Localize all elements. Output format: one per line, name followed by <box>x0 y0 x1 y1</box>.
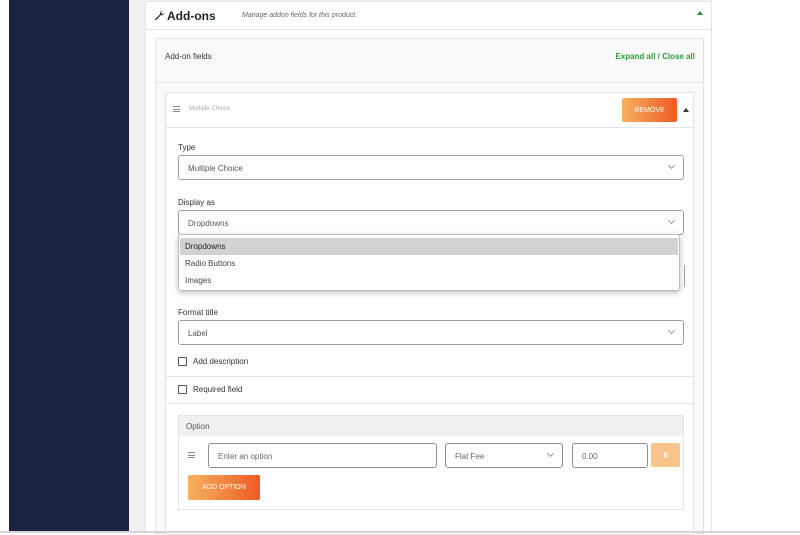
format-title-select[interactable]: Label <box>178 320 684 345</box>
format-title-label: Format title <box>178 308 219 317</box>
price-type-select[interactable]: Flat Fee <box>445 443 563 468</box>
add-description-label: Add description <box>193 357 249 366</box>
display-as-label: Display as <box>178 198 215 207</box>
divider <box>166 376 693 377</box>
option-drag-handle-icon[interactable] <box>188 452 195 458</box>
format-title-select-value: Label <box>188 329 208 338</box>
display-as-select[interactable]: Dropdowns <box>178 210 684 235</box>
addon-collapse-caret-icon[interactable] <box>683 108 689 112</box>
chevron-down-icon <box>667 161 676 170</box>
display-as-select-value: Dropdowns <box>188 219 229 228</box>
option-row: Enter an option Flat Fee 0.00 X ADD OPTI… <box>179 436 683 509</box>
chevron-down-icon <box>667 216 676 225</box>
addon-item: Multiple Choice REMOVE Type Multiple Cho… <box>165 92 694 535</box>
type-select-value: Multiple Choice <box>188 164 243 173</box>
display-as-dropdown-list: Dropdowns Radio Buttons Images <box>178 234 680 291</box>
admin-sidebar <box>9 0 129 533</box>
wrench-icon <box>154 10 165 21</box>
addon-fields-header: Add-on fields Expand all / Close all <box>156 39 703 83</box>
type-select[interactable]: Multiple Choice <box>178 155 684 180</box>
options-box: Option Enter an option Flat Fee 0.00 X A… <box>178 415 684 510</box>
panel-description: Manage addon fields for this product. <box>242 12 358 19</box>
add-option-button[interactable]: ADD OPTION <box>188 475 260 500</box>
expand-close-all-link[interactable]: Expand all / Close all <box>615 52 695 61</box>
remove-option-button[interactable]: X <box>651 443 680 467</box>
required-field-checkbox[interactable] <box>178 385 187 394</box>
chevron-down-icon <box>546 449 555 458</box>
type-label: Type <box>178 143 196 152</box>
option-label-placeholder: Enter an option <box>218 452 273 461</box>
addon-item-name: Multiple Choice <box>189 106 231 112</box>
collapse-caret-icon[interactable] <box>697 11 703 15</box>
price-input[interactable]: 0.00 <box>572 443 648 468</box>
remove-addon-button[interactable]: REMOVE <box>622 98 677 122</box>
divider <box>166 403 693 404</box>
right-margin <box>712 0 800 533</box>
panel-title: Add-ons <box>167 9 216 23</box>
drag-handle-icon[interactable] <box>173 106 180 112</box>
price-value: 0.00 <box>582 452 598 461</box>
addons-panel-header[interactable]: Add-ons Manage addon fields for this pro… <box>146 2 711 30</box>
required-field-label: Required field <box>193 385 243 394</box>
options-header: Option <box>179 416 683 436</box>
addons-panel: Add-ons Manage addon fields for this pro… <box>145 1 712 535</box>
dropdown-option[interactable]: Radio Buttons <box>180 255 678 272</box>
dropdown-option[interactable]: Dropdowns <box>180 238 678 255</box>
options-title: Option <box>186 422 210 431</box>
covered-select-edge <box>683 265 685 287</box>
addon-fields-label: Add-on fields <box>165 52 212 61</box>
addon-fields-box: Add-on fields Expand all / Close all Mul… <box>155 38 704 535</box>
page-edge <box>0 0 9 533</box>
price-type-value: Flat Fee <box>455 452 485 461</box>
option-label-input[interactable]: Enter an option <box>208 443 437 468</box>
dropdown-option[interactable]: Images <box>180 272 678 289</box>
add-description-checkbox[interactable] <box>178 357 187 366</box>
chevron-down-icon <box>667 326 676 335</box>
addon-item-header[interactable]: Multiple Choice REMOVE <box>166 93 693 128</box>
